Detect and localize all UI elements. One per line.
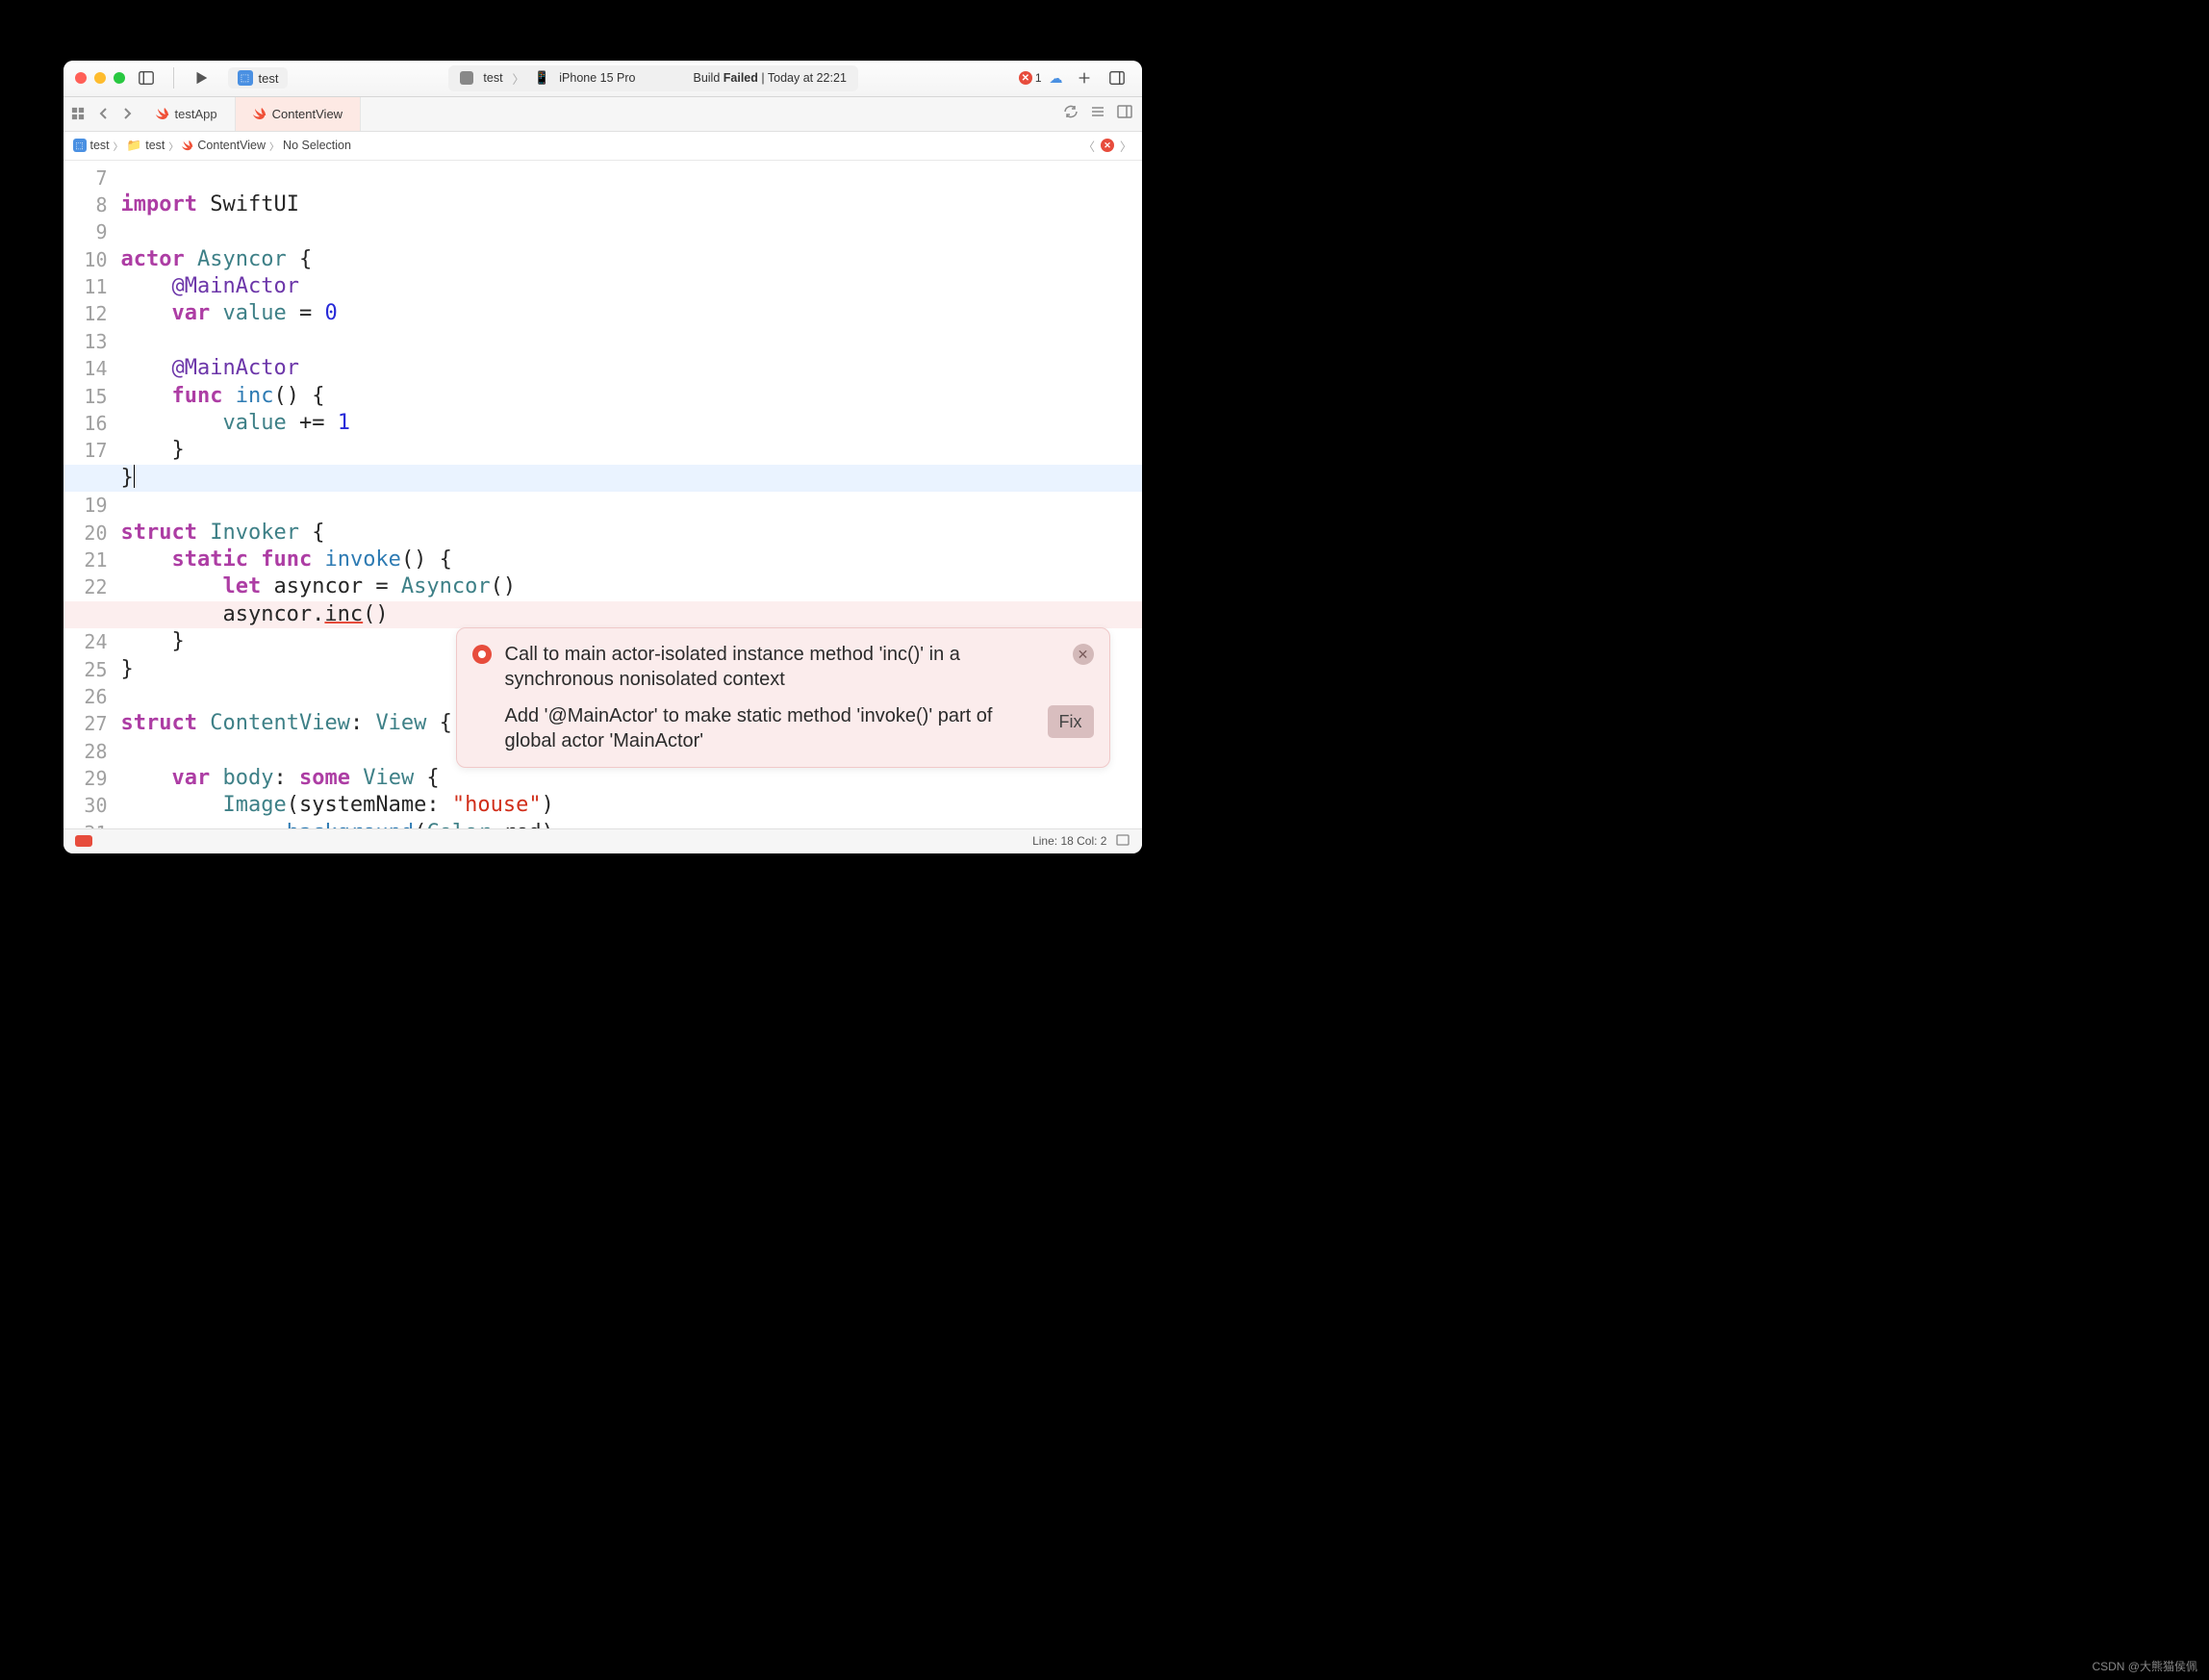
lines-icon[interactable] <box>1090 104 1105 124</box>
toggle-inspector-button[interactable] <box>1104 66 1130 89</box>
error-count-badge[interactable]: ✕ 1 <box>1019 71 1042 85</box>
project-icon: ⬚ <box>73 139 87 152</box>
code-editor[interactable]: 7891011121314151617181920212223242526272… <box>63 161 1142 828</box>
folder-icon: 📁 <box>127 139 142 153</box>
activity-pill[interactable]: test 〉 📱 iPhone 15 Pro Build Failed | To… <box>448 65 858 91</box>
tab-contentview[interactable]: ContentView <box>236 97 361 131</box>
minimize-window-button[interactable] <box>94 72 106 84</box>
split-editor-icon[interactable] <box>1117 104 1132 124</box>
titlebar: ⬚ test test 〉 📱 iPhone 15 Pro Build Fail… <box>63 61 1142 97</box>
jumpbar-segment[interactable]: ⬚test <box>73 139 110 152</box>
cursor-position: Line: 18 Col: 2 <box>1032 834 1106 848</box>
refresh-icon[interactable] <box>1063 104 1079 124</box>
zoom-window-button[interactable] <box>114 72 125 84</box>
jumpbar-segment[interactable]: 📁test <box>127 139 165 153</box>
fix-button[interactable]: Fix <box>1048 705 1094 738</box>
target-app: test <box>483 71 502 85</box>
statusbar: Line: 18 Col: 2 <box>63 828 1142 853</box>
tab-testapp[interactable]: testApp <box>139 97 236 131</box>
tabbar: testApp ContentView <box>63 97 1142 132</box>
swift-file-icon <box>253 107 267 120</box>
error-icon: ✕ <box>1019 71 1032 85</box>
close-diagnostic-button[interactable]: ✕ <box>1073 644 1094 665</box>
cloud-status-icon[interactable]: ☁︎ <box>1050 70 1063 87</box>
window-controls <box>75 72 125 84</box>
line-gutter: 7891011121314151617181920212223242526272… <box>63 161 121 828</box>
jumpbar: ⬚test 〉 📁test 〉 ContentView 〉 No Selecti… <box>63 132 1142 161</box>
nav-back-button[interactable] <box>92 97 115 131</box>
device-icon: 📱 <box>534 70 549 86</box>
error-count: 1 <box>1035 71 1042 85</box>
fix-suggestion: Add '@MainActor' to make static method '… <box>505 703 1034 753</box>
build-status: Build Failed | Today at 22:21 <box>693 71 846 85</box>
app-icon: ⬚ <box>238 70 253 86</box>
diagnostic-popup: Call to main actor-isolated instance met… <box>456 627 1110 768</box>
scheme-selector[interactable]: ⬚ test <box>228 67 289 89</box>
tab-label: ContentView <box>272 107 343 121</box>
swift-file-icon <box>156 107 169 120</box>
canvas-icon[interactable] <box>1116 833 1130 850</box>
error-indicator[interactable] <box>75 835 92 847</box>
add-button[interactable] <box>1071 66 1098 89</box>
toggle-navigator-button[interactable] <box>133 66 160 89</box>
scheme-name: test <box>259 71 279 86</box>
nav-forward-button[interactable] <box>115 97 139 131</box>
run-button[interactable] <box>188 66 215 89</box>
chevron-right-icon[interactable]: 〉 <box>1120 137 1132 155</box>
jumpbar-segment[interactable]: No Selection <box>283 139 351 152</box>
target-device: iPhone 15 Pro <box>559 71 635 85</box>
diagnostic-message: Call to main actor-isolated instance met… <box>505 642 1059 692</box>
chevron-left-icon[interactable]: 〈 <box>1082 137 1095 155</box>
error-icon <box>472 645 492 664</box>
close-window-button[interactable] <box>75 72 87 84</box>
error-indicator-icon[interactable]: ✕ <box>1101 139 1114 152</box>
xcode-window: ⬚ test test 〉 📱 iPhone 15 Pro Build Fail… <box>63 61 1142 853</box>
watermark: CSDN @大熊猫侯佩 <box>2092 1658 2197 1674</box>
tab-label: testApp <box>175 107 217 121</box>
swift-file-icon <box>182 140 193 151</box>
activity-view: test 〉 📱 iPhone 15 Pro Build Failed | To… <box>295 65 1010 91</box>
target-app-icon <box>460 71 473 85</box>
tab-grid-button[interactable] <box>63 97 92 131</box>
jumpbar-segment[interactable]: ContentView <box>182 139 266 152</box>
